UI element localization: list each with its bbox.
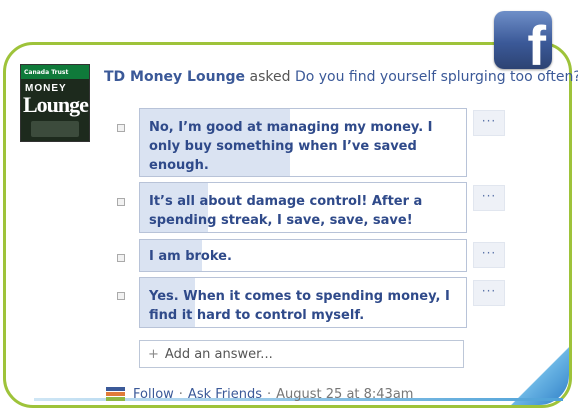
answer-text: No, I’m good at managing my money. I onl… bbox=[149, 120, 433, 173]
question-icon bbox=[106, 387, 125, 402]
question-icon-bar bbox=[106, 392, 125, 396]
post-verb: asked bbox=[249, 69, 291, 85]
add-answer-placeholder: Add an answer... bbox=[164, 346, 273, 362]
answer-checkbox[interactable] bbox=[117, 254, 125, 262]
follow-link[interactable]: Follow bbox=[133, 387, 174, 402]
answer-text: It’s all about damage control! After a s… bbox=[149, 194, 423, 228]
avatar-decoration bbox=[31, 121, 79, 137]
facebook-logo-letter: f bbox=[527, 14, 546, 70]
post-heading: TD Money Lounge asked Do you find yourse… bbox=[104, 69, 578, 85]
avatar-bank-bar: Canada Trust bbox=[21, 65, 89, 79]
ask-friends-link[interactable]: Ask Friends bbox=[188, 387, 262, 402]
separator-dot: · bbox=[267, 387, 272, 402]
avatar-lounge-text: Lounge bbox=[23, 92, 89, 117]
answer-option[interactable]: No, I’m good at managing my money. I onl… bbox=[139, 108, 467, 177]
page-avatar[interactable]: Canada Trust MONEY Lounge bbox=[20, 64, 90, 142]
answer-checkbox[interactable] bbox=[117, 124, 125, 132]
answer-checkbox[interactable] bbox=[117, 292, 125, 300]
answer-voters-button[interactable]: ··· bbox=[473, 110, 505, 136]
answer-option[interactable]: I am broke. bbox=[139, 239, 467, 272]
answer-option[interactable]: It’s all about damage control! After a s… bbox=[139, 182, 467, 233]
question-icon-bar bbox=[106, 387, 125, 391]
page-name-link[interactable]: TD Money Lounge bbox=[104, 69, 245, 85]
post-footer: Follow · Ask Friends · August 25 at 8:43… bbox=[106, 387, 413, 402]
facebook-logo-icon: f bbox=[494, 11, 552, 69]
add-answer-input[interactable]: + Add an answer... bbox=[139, 340, 464, 368]
avatar-bank-text: Canada Trust bbox=[24, 68, 69, 76]
answer-option[interactable]: Yes. When it comes to spending money, I … bbox=[139, 277, 467, 328]
post-timestamp[interactable]: August 25 at 8:43am bbox=[276, 387, 413, 402]
answer-voters-button[interactable]: ··· bbox=[473, 242, 505, 268]
question-icon-bar bbox=[106, 397, 125, 401]
corner-accent bbox=[509, 335, 569, 405]
question-link[interactable]: Do you find yourself splurging too often… bbox=[295, 69, 578, 85]
answer-text: Yes. When it comes to spending money, I … bbox=[149, 289, 450, 323]
poll-card-stage: f Canada Trust MONEY Lounge TD Money Lou… bbox=[0, 0, 578, 414]
answer-voters-button[interactable]: ··· bbox=[473, 280, 505, 306]
separator-dot: · bbox=[178, 387, 183, 402]
answer-checkbox[interactable] bbox=[117, 198, 125, 206]
answer-voters-button[interactable]: ··· bbox=[473, 185, 505, 211]
plus-icon: + bbox=[148, 346, 159, 362]
answer-text: I am broke. bbox=[149, 249, 232, 264]
